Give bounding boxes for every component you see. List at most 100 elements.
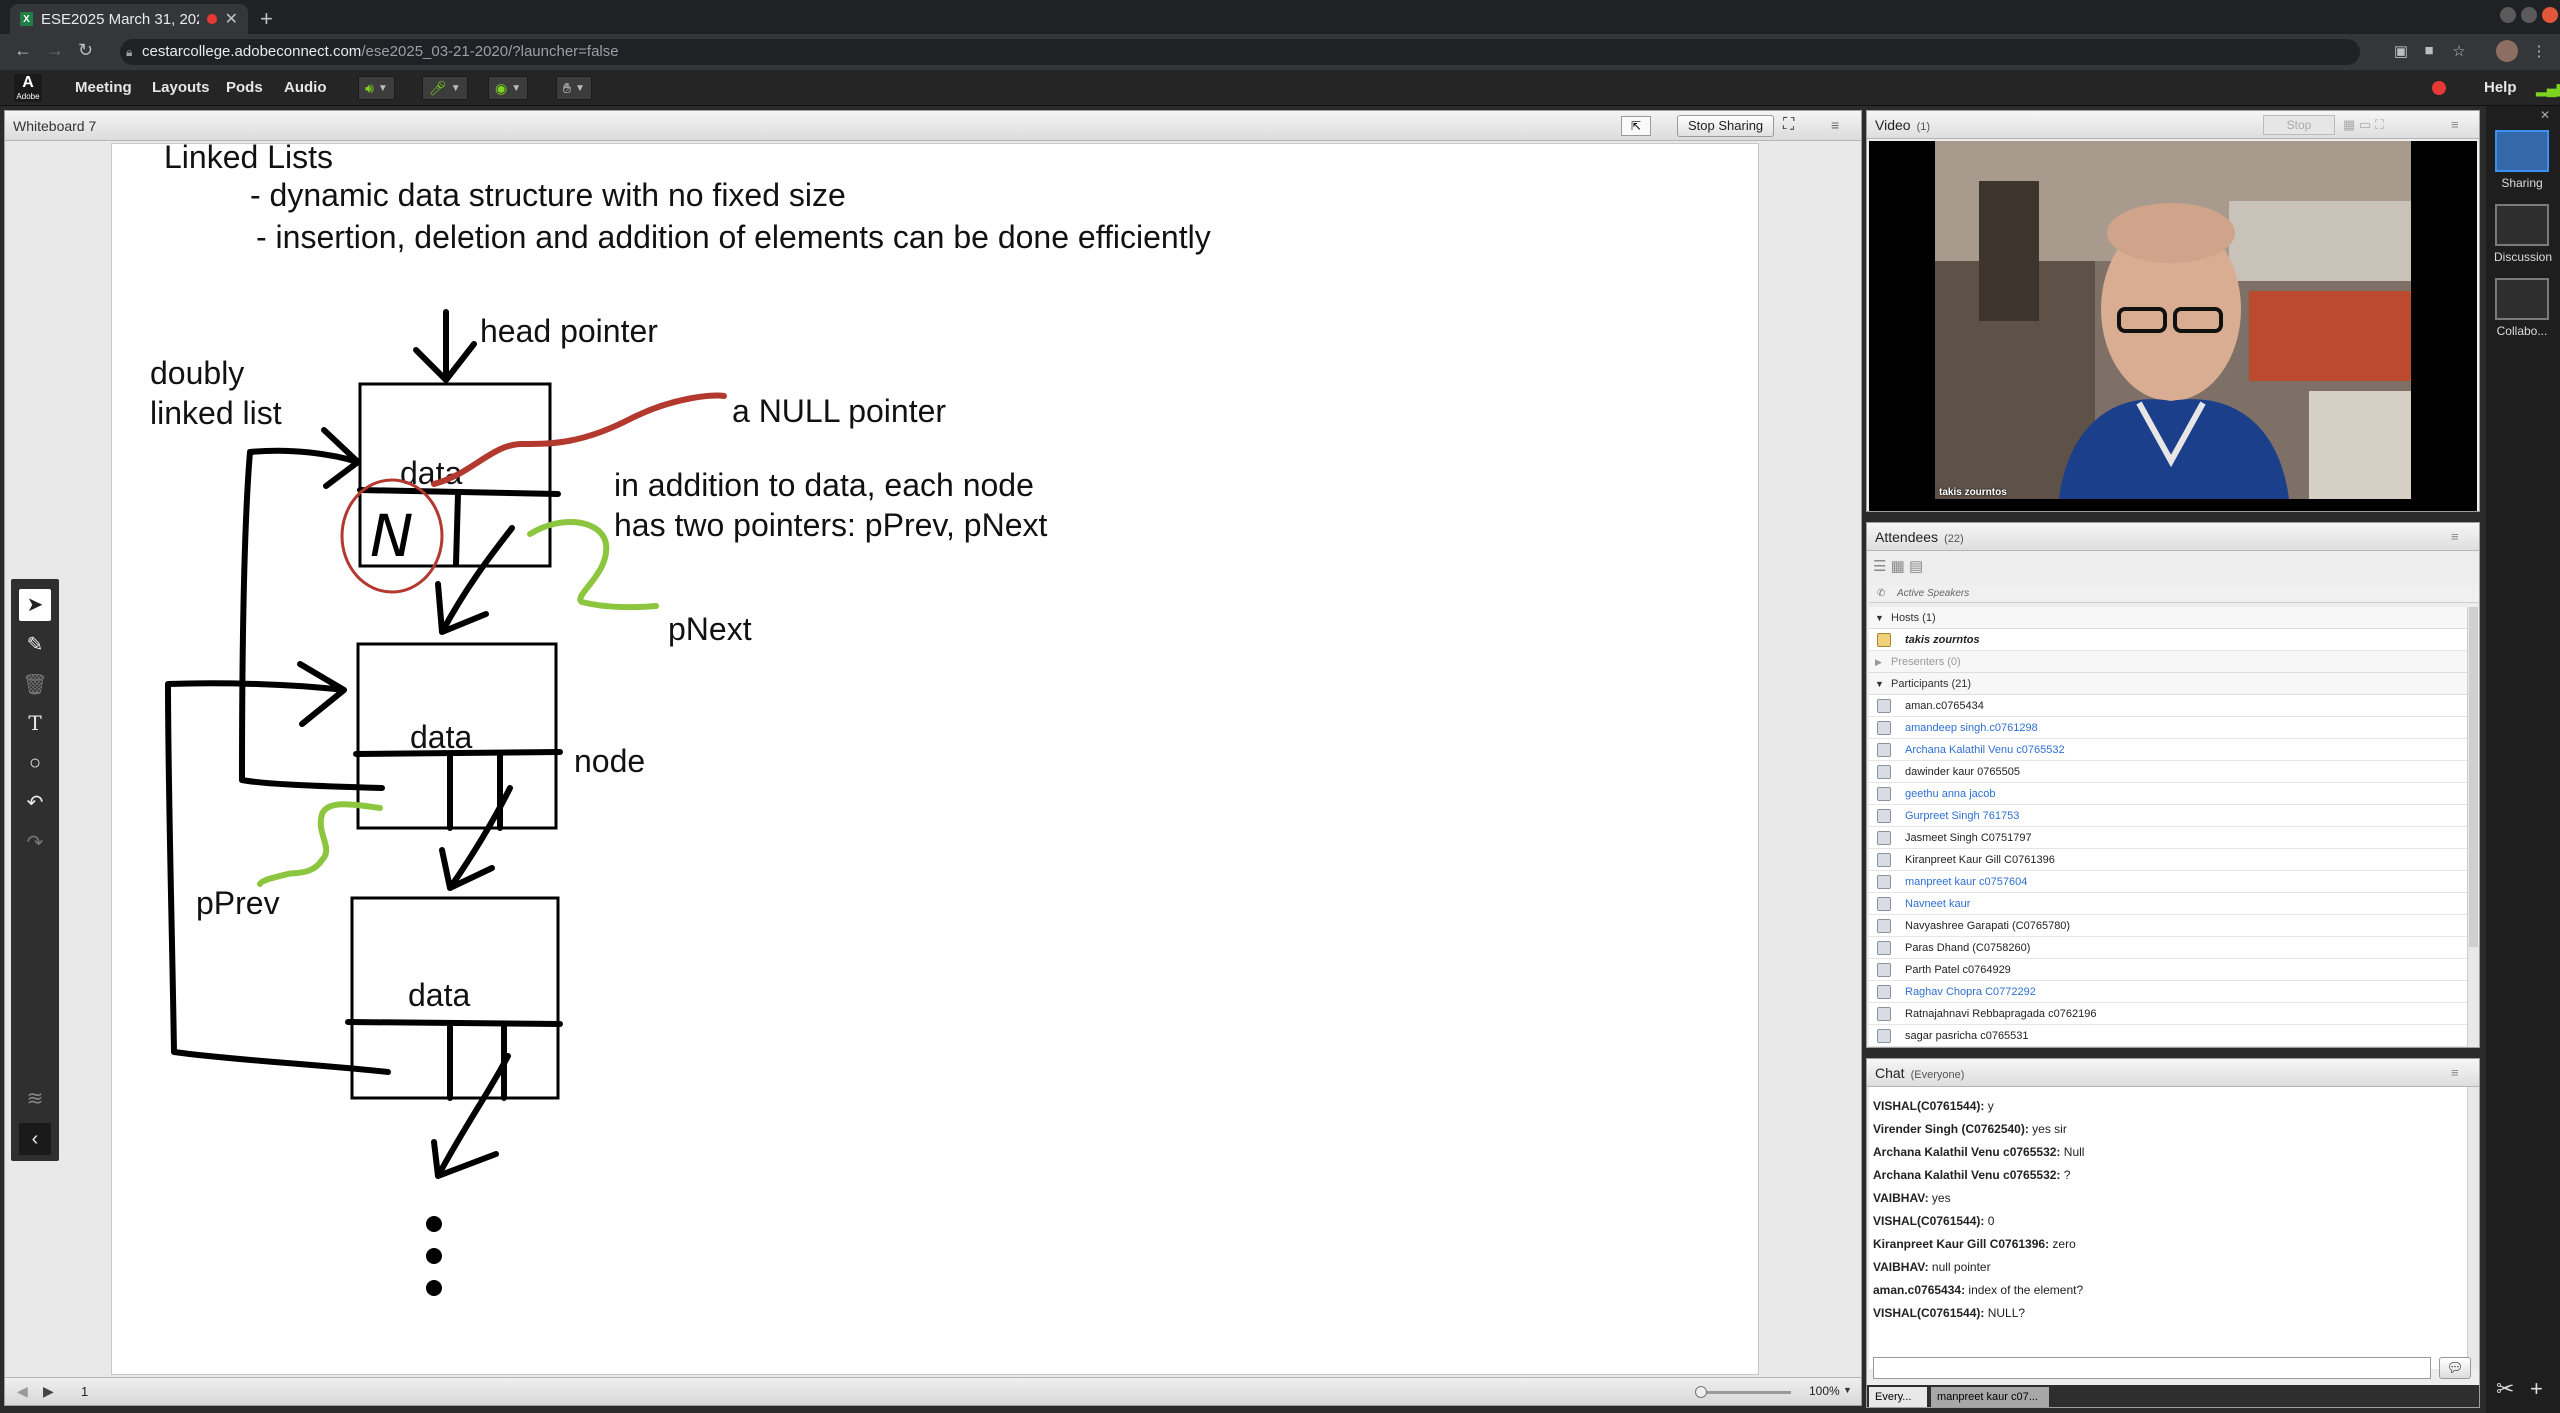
send-message-icon[interactable]: 💬︎ bbox=[2439, 1357, 2471, 1379]
add-layout-icon[interactable]: + bbox=[2530, 1376, 2543, 1402]
close-tab-icon[interactable]: ✕ bbox=[225, 9, 238, 29]
participant-row[interactable]: aman.c0765434 bbox=[1869, 695, 2469, 717]
shape-tool-icon[interactable]: ○ bbox=[19, 747, 51, 779]
marker-tool-icon[interactable]: ✎ bbox=[19, 629, 51, 661]
browser-tab[interactable]: X ESE2025 March 31, 202 ✕ bbox=[10, 4, 248, 34]
menu-layouts[interactable]: Layouts bbox=[152, 79, 210, 96]
sync-icon[interactable]: ⇱ bbox=[1621, 116, 1651, 136]
prev-page-icon[interactable]: ◀ bbox=[17, 1383, 28, 1400]
chat-text: index of the element? bbox=[1965, 1283, 2084, 1297]
scrollbar-thumb[interactable] bbox=[2469, 607, 2478, 947]
stop-video-button[interactable]: Stop bbox=[2263, 115, 2335, 135]
pod-options-icon[interactable]: ≡ bbox=[2451, 529, 2459, 544]
participant-row[interactable]: dawinder kaur 0765505 bbox=[1869, 761, 2469, 783]
profile-avatar[interactable] bbox=[2496, 40, 2518, 62]
chat-input[interactable] bbox=[1873, 1357, 2431, 1379]
raise-hand-button[interactable]: ✋︎ ▼ bbox=[556, 76, 592, 100]
participant-row[interactable]: Navyashree Garapati (C0765780) bbox=[1869, 915, 2469, 937]
layout-bar: ✕ ✂ + Sharing Discussion Collabo... bbox=[2486, 106, 2560, 1413]
stop-sharing-button[interactable]: Stop Sharing bbox=[1677, 115, 1775, 137]
new-tab-icon[interactable]: + bbox=[260, 6, 273, 32]
menu-help[interactable]: Help bbox=[2484, 79, 2517, 96]
host-row[interactable]: takis zourntos bbox=[1869, 629, 2469, 651]
layout-2[interactable]: Collabo... bbox=[2494, 278, 2550, 338]
participant-row[interactable]: Raghav Chopra C0772292 bbox=[1869, 981, 2469, 1003]
participant-name: aman.c0765434 bbox=[1905, 700, 1984, 712]
pod-options-icon[interactable]: ≡ bbox=[1831, 117, 1839, 133]
minimize-window-icon[interactable] bbox=[2500, 7, 2516, 23]
back-icon[interactable]: ← bbox=[14, 40, 32, 61]
close-window-icon[interactable] bbox=[2542, 7, 2558, 23]
wb-null-letter: N bbox=[370, 502, 413, 570]
close-layout-bar-icon[interactable]: ✕ bbox=[2540, 108, 2550, 122]
forward-icon[interactable]: → bbox=[46, 40, 64, 61]
participant-row[interactable]: Ratnajahnavi Rebbapragada c0762196 bbox=[1869, 1003, 2469, 1025]
microphone-button[interactable]: 🎤︎ ▼ bbox=[422, 76, 468, 100]
menu-meeting[interactable]: Meeting bbox=[75, 79, 132, 96]
recording-indicator-icon[interactable] bbox=[2432, 81, 2446, 95]
menu-pods[interactable]: Pods bbox=[226, 79, 263, 96]
camera-blocked-icon[interactable]: ▣ bbox=[2392, 42, 2410, 60]
layout-1[interactable]: Discussion bbox=[2494, 204, 2552, 264]
zoom-slider[interactable] bbox=[1695, 1386, 1791, 1398]
video-feed[interactable]: takis zourntos bbox=[1869, 141, 2477, 511]
menu-audio[interactable]: Audio bbox=[284, 79, 327, 96]
participant-row[interactable]: Archana Kalathil Venu c0765532 bbox=[1869, 739, 2469, 761]
attendee-view-icons[interactable]: ☰ ▦ ▤ bbox=[1873, 557, 1923, 575]
video-layout-icons[interactable]: ▦ ▭ ⛶ bbox=[2343, 117, 2384, 133]
fullscreen-icon[interactable]: ⛶ bbox=[1783, 116, 1794, 134]
layout-thumbnail-icon bbox=[2495, 278, 2549, 320]
participant-row[interactable]: geethu anna jacob bbox=[1869, 783, 2469, 805]
participant-row[interactable]: sagar pasricha c0765531 bbox=[1869, 1025, 2469, 1047]
chat-scrollbar[interactable] bbox=[2467, 1087, 2479, 1369]
bookmark-star-icon[interactable]: ☆ bbox=[2450, 42, 2468, 60]
participant-row[interactable]: Jasmeet Singh C0751797 bbox=[1869, 827, 2469, 849]
pod-options-icon[interactable]: ≡ bbox=[2451, 1065, 2459, 1080]
participant-icon bbox=[1877, 941, 1891, 955]
browser-tab-bar: X ESE2025 March 31, 202 ✕ + bbox=[0, 0, 2560, 34]
redo-icon[interactable]: ↷ bbox=[19, 827, 51, 859]
whiteboard-canvas[interactable]: Linked Lists - dynamic data structure wi… bbox=[111, 143, 1759, 1375]
participant-row[interactable]: manpreet kaur c0757604 bbox=[1869, 871, 2469, 893]
url-input[interactable]: 🔒︎ cestarcollege.adobeconnect.com/ese202… bbox=[120, 39, 2360, 65]
attendees-scrollbar[interactable] bbox=[2467, 607, 2479, 1047]
participants-group[interactable]: ▼ Participants (21) bbox=[1869, 673, 2469, 695]
presenters-group[interactable]: ▶ Presenters (0) bbox=[1869, 651, 2469, 673]
zoom-level[interactable]: 100% bbox=[1809, 1384, 1840, 1398]
collapse-toolbar-icon[interactable]: ‹ bbox=[19, 1123, 51, 1155]
excel-favicon-icon: X bbox=[20, 12, 34, 26]
chat-text: Null bbox=[2060, 1145, 2085, 1159]
participant-icon bbox=[1877, 765, 1891, 779]
browser-menu-icon[interactable]: ⋮ bbox=[2530, 42, 2548, 60]
reload-icon[interactable]: ↻ bbox=[78, 40, 93, 61]
delete-tool-icon[interactable]: 🗑︎ bbox=[19, 669, 51, 701]
next-page-icon[interactable]: ▶ bbox=[43, 1383, 54, 1400]
participant-row[interactable]: Navneet kaur bbox=[1869, 893, 2469, 915]
participant-row[interactable]: Paras Dhand (C0758260) bbox=[1869, 937, 2469, 959]
select-tool-icon[interactable]: ➤ bbox=[19, 589, 51, 621]
wb-node1-mid bbox=[453, 491, 461, 567]
participant-row[interactable]: Kiranpreet Kaur Gill C0761396 bbox=[1869, 849, 2469, 871]
video-icon[interactable]: ■ bbox=[2420, 42, 2438, 60]
layout-0[interactable]: Sharing bbox=[2494, 130, 2550, 190]
layout-tools-icon[interactable]: ✂ bbox=[2496, 1376, 2514, 1402]
participant-row[interactable]: Gurpreet Singh 761753 bbox=[1869, 805, 2469, 827]
webcam-icon: ◉ bbox=[495, 79, 508, 96]
undo-icon[interactable]: ↶ bbox=[19, 787, 51, 819]
participant-row[interactable]: amandeep singh.c0761298 bbox=[1869, 717, 2469, 739]
hosts-group[interactable]: ▼ Hosts (1) bbox=[1869, 607, 2469, 629]
chat-tab-private[interactable]: manpreet kaur c07... bbox=[1931, 1387, 2049, 1407]
zoom-slider-thumb[interactable] bbox=[1695, 1386, 1707, 1398]
text-tool-icon[interactable]: T bbox=[19, 707, 51, 739]
webcam-button[interactable]: ◉ ▼ bbox=[488, 76, 529, 100]
microphone-icon: 🎤︎ bbox=[429, 79, 447, 96]
pod-options-icon[interactable]: ≡ bbox=[2451, 117, 2459, 132]
maximize-window-icon[interactable] bbox=[2521, 7, 2537, 23]
page-number[interactable]: 1 bbox=[81, 1384, 88, 1399]
layers-icon[interactable]: ≋ bbox=[19, 1083, 51, 1115]
zoom-chevron-down-icon[interactable]: ▼ bbox=[1843, 1385, 1852, 1395]
chat-sender: VISHAL(C0761544): bbox=[1873, 1306, 1985, 1320]
speaker-button[interactable]: 🔊︎ ▼ bbox=[358, 76, 395, 100]
chat-tab-everyone[interactable]: Every... bbox=[1869, 1387, 1927, 1407]
participant-row[interactable]: Parth Patel c0764929 bbox=[1869, 959, 2469, 981]
